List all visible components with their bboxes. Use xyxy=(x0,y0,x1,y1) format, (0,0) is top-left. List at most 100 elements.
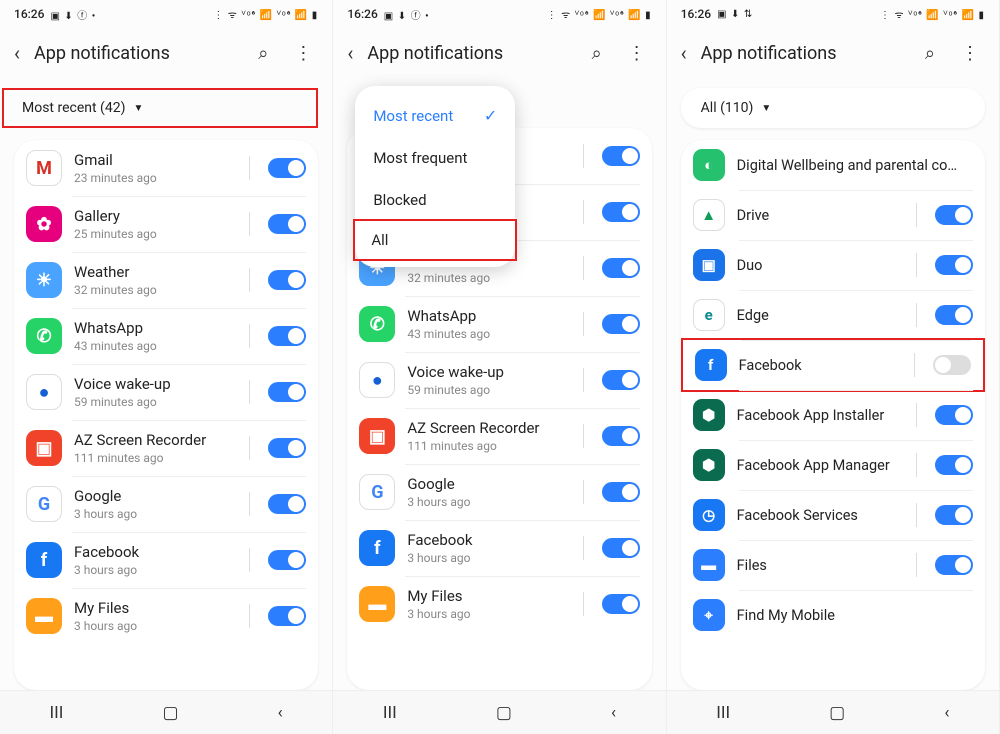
app-icon: ● xyxy=(26,374,62,410)
app-row[interactable]: ⬢Facebook App Installer xyxy=(681,390,985,440)
nav-back[interactable]: ‹ xyxy=(278,703,283,723)
divider xyxy=(914,353,915,377)
divider xyxy=(249,436,250,460)
notification-toggle[interactable] xyxy=(602,426,640,446)
app-row[interactable]: ▲Drive xyxy=(681,190,985,240)
app-row[interactable]: ▣Duo xyxy=(681,240,985,290)
back-icon[interactable]: ‹ xyxy=(14,41,20,65)
notification-toggle[interactable] xyxy=(268,438,306,458)
app-name: AZ Screen Recorder xyxy=(74,431,231,449)
notification-toggle[interactable] xyxy=(268,382,306,402)
app-row[interactable]: ⬢Facebook App Manager xyxy=(681,440,985,490)
nav-back[interactable]: ‹ xyxy=(944,703,949,723)
notification-toggle[interactable] xyxy=(602,258,640,278)
nav-recents[interactable]: III xyxy=(383,703,397,723)
page-title: App notifications xyxy=(367,43,571,64)
dropdown-item-label: Blocked xyxy=(373,191,426,209)
app-row[interactable]: fFacebook3 hours ago xyxy=(347,520,651,576)
app-icon: G xyxy=(359,474,395,510)
dropdown-item[interactable]: Most frequent xyxy=(355,137,515,179)
nav-home[interactable]: ▢ xyxy=(829,703,845,723)
app-row[interactable]: ▣AZ Screen Recorder111 minutes ago xyxy=(347,408,651,464)
app-row[interactable]: ✆WhatsApp43 minutes ago xyxy=(14,308,318,364)
search-icon[interactable]: ⌕ xyxy=(252,43,274,64)
app-info: My Files3 hours ago xyxy=(407,587,564,621)
app-icon: ⌖ xyxy=(693,599,725,631)
app-subtitle: 3 hours ago xyxy=(74,619,231,633)
search-icon[interactable]: ⌕ xyxy=(586,43,608,64)
app-name: AZ Screen Recorder xyxy=(407,419,564,437)
filter-dropdown[interactable]: All (110) ▼ xyxy=(681,88,985,128)
app-row[interactable]: GGoogle3 hours ago xyxy=(14,476,318,532)
more-icon[interactable]: ⋮ xyxy=(955,43,985,64)
notification-toggle[interactable] xyxy=(935,505,973,525)
status-right-icons: ⋮ ᯤ ⱽᵒ⁶ 📶 ⱽᵒ⁶ 📶 ▮ xyxy=(547,7,652,21)
app-icon: ✿ xyxy=(26,206,62,242)
chevron-down-icon: ▼ xyxy=(761,103,771,114)
notification-toggle[interactable] xyxy=(602,202,640,222)
app-info: WhatsApp43 minutes ago xyxy=(74,319,231,353)
notification-toggle[interactable] xyxy=(602,594,640,614)
nav-home[interactable]: ▢ xyxy=(496,703,512,723)
nav-recents[interactable]: III xyxy=(50,703,64,723)
app-icon: ✆ xyxy=(359,306,395,342)
app-icon: f xyxy=(26,542,62,578)
notification-toggle[interactable] xyxy=(268,158,306,178)
notification-toggle[interactable] xyxy=(268,214,306,234)
app-subtitle: 3 hours ago xyxy=(407,551,564,565)
nav-home[interactable]: ▢ xyxy=(163,703,179,723)
chevron-down-icon: ▼ xyxy=(133,103,143,114)
app-row[interactable]: fFacebook xyxy=(681,338,985,392)
notification-toggle[interactable] xyxy=(602,146,640,166)
nav-back[interactable]: ‹ xyxy=(611,703,616,723)
app-name: Find My Mobile xyxy=(737,607,973,624)
notification-toggle[interactable] xyxy=(268,326,306,346)
notification-toggle[interactable] xyxy=(602,482,640,502)
notification-toggle[interactable] xyxy=(268,550,306,570)
divider xyxy=(249,492,250,516)
notification-toggle[interactable] xyxy=(935,405,973,425)
notification-toggle[interactable] xyxy=(933,355,971,375)
more-icon[interactable]: ⋮ xyxy=(288,43,318,64)
app-row[interactable]: ▣AZ Screen Recorder111 minutes ago xyxy=(14,420,318,476)
dropdown-item[interactable]: Blocked xyxy=(355,179,515,221)
notification-toggle[interactable] xyxy=(602,314,640,334)
dropdown-item[interactable]: Most recent✓ xyxy=(355,94,515,137)
notification-toggle[interactable] xyxy=(935,255,973,275)
app-subtitle: 59 minutes ago xyxy=(74,395,231,409)
app-row[interactable]: ☀Weather32 minutes ago xyxy=(14,252,318,308)
notification-toggle[interactable] xyxy=(268,494,306,514)
notification-toggle[interactable] xyxy=(935,205,973,225)
dropdown-item[interactable]: All xyxy=(353,219,517,261)
notification-toggle[interactable] xyxy=(268,606,306,626)
app-row[interactable]: ●Voice wake-up59 minutes ago xyxy=(347,352,651,408)
notification-toggle[interactable] xyxy=(602,370,640,390)
nav-bar: III ▢ ‹ xyxy=(667,690,999,734)
app-row[interactable]: ✿Gallery25 minutes ago xyxy=(14,196,318,252)
app-row[interactable]: ◷Facebook Services xyxy=(681,490,985,540)
notification-toggle[interactable] xyxy=(268,270,306,290)
back-icon[interactable]: ‹ xyxy=(347,41,353,65)
app-row[interactable]: ◐Digital Wellbeing and parental co… xyxy=(681,140,985,190)
nav-recents[interactable]: III xyxy=(716,703,730,723)
app-icon: ▬ xyxy=(26,598,62,634)
back-icon[interactable]: ‹ xyxy=(681,41,687,65)
notification-toggle[interactable] xyxy=(935,555,973,575)
app-row[interactable]: ▬Files xyxy=(681,540,985,590)
app-row[interactable]: ▬My Files3 hours ago xyxy=(14,588,318,644)
search-icon[interactable]: ⌕ xyxy=(919,43,941,64)
app-row[interactable]: ●Voice wake-up59 minutes ago xyxy=(14,364,318,420)
app-row[interactable]: fFacebook3 hours ago xyxy=(14,532,318,588)
more-icon[interactable]: ⋮ xyxy=(622,43,652,64)
app-row[interactable]: ⌖ Find My Mobile xyxy=(681,590,985,640)
notification-toggle[interactable] xyxy=(935,455,973,475)
app-row[interactable]: eEdge xyxy=(681,290,985,340)
app-row[interactable]: MGmail23 minutes ago xyxy=(14,140,318,196)
notification-toggle[interactable] xyxy=(602,538,640,558)
app-row[interactable]: ▬My Files3 hours ago xyxy=(347,576,651,632)
filter-dropdown[interactable]: Most recent (42) ▼ xyxy=(2,88,318,128)
page-title: App notifications xyxy=(34,43,238,64)
notification-toggle[interactable] xyxy=(935,305,973,325)
app-row[interactable]: GGoogle3 hours ago xyxy=(347,464,651,520)
app-row[interactable]: ✆WhatsApp43 minutes ago xyxy=(347,296,651,352)
